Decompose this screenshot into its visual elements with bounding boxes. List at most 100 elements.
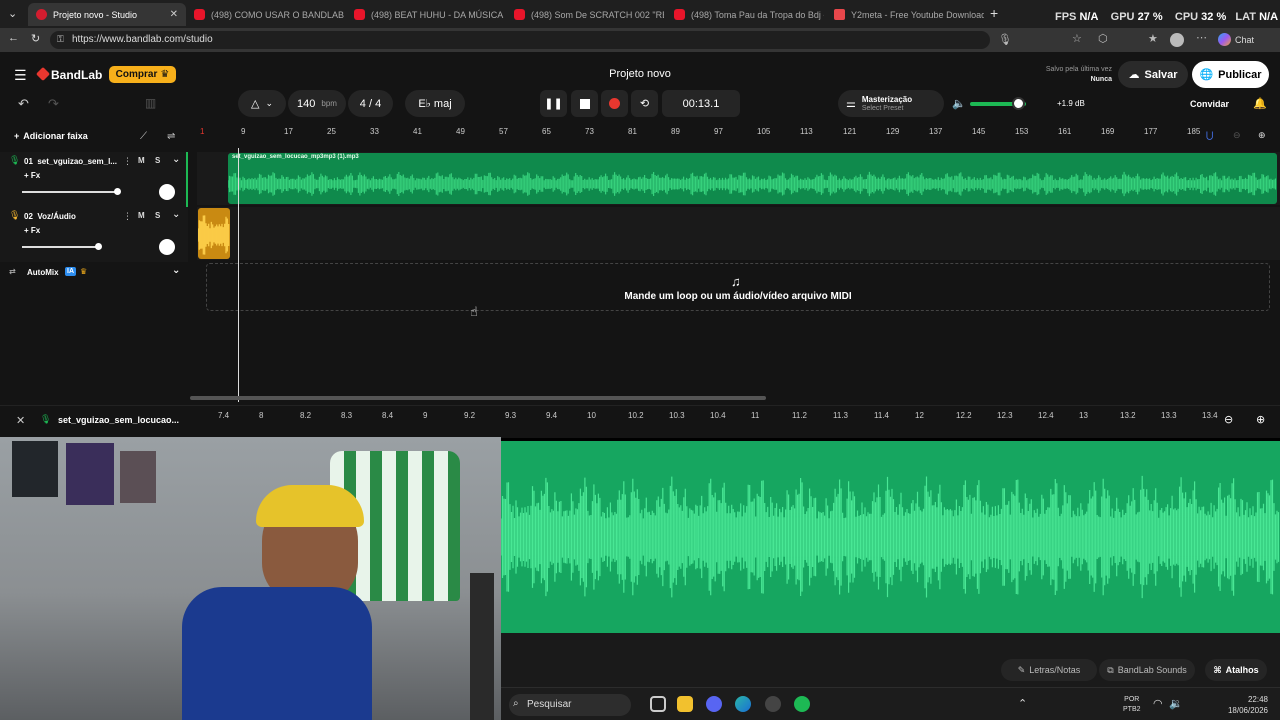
undo-icon[interactable]: ↶	[18, 96, 29, 112]
profile-avatar[interactable]	[1170, 33, 1184, 47]
track-menu-icon[interactable]: ⋮	[123, 211, 132, 222]
tab-y2meta[interactable]: Y2meta - Free Youtube Downloade ✕	[826, 3, 984, 26]
buy-button[interactable]: Comprar ♛	[109, 66, 176, 83]
editor-ruler[interactable]: 7.4 8 8.2 8.3 8.4 9 9.2 9.3 9.4 10 10.2 10.3 10.4 11 1…	[0, 406, 1218, 426]
track-menu-icon[interactable]: ⋮	[123, 156, 132, 167]
taskbar-search[interactable]: ⌕ Pesquisar	[509, 694, 631, 716]
close-tab-icon[interactable]: ✕	[170, 9, 178, 20]
drop-zone[interactable]: ♫ Mande um loop ou um áudio/vídeo arquiv…	[206, 263, 1270, 311]
bandlab-sounds-button[interactable]: ⧉ BandLab Sounds	[1099, 659, 1195, 681]
track-volume-slider[interactable]	[22, 188, 121, 195]
mastering-button[interactable]: ⚌ Masterização Select Preset	[838, 90, 944, 117]
pan-knob[interactable]	[159, 184, 175, 200]
playhead[interactable]	[238, 148, 239, 402]
file-explorer-icon[interactable]	[677, 696, 693, 712]
editor-ruler-tick-label: 11	[751, 411, 760, 420]
discord-icon[interactable]	[706, 696, 722, 712]
edge-icon[interactable]	[735, 696, 751, 712]
track-row[interactable]: 🎙 01 set_vguizao_sem_l... ⋮ M S ⌄ + Fx	[0, 152, 188, 207]
zoom-out-icon[interactable]: ⊖	[1224, 413, 1233, 426]
notification-bell-icon[interactable]: 🔔	[1253, 97, 1267, 110]
track-lane-2[interactable]	[197, 207, 1280, 260]
stop-button[interactable]	[571, 90, 598, 117]
app-icon[interactable]	[765, 696, 781, 712]
tray-chevron-up-icon[interactable]: ⌃	[1018, 697, 1027, 710]
publish-button[interactable]: 🌐 Publicar	[1192, 61, 1269, 88]
language-indicator[interactable]: POR PTB2	[1123, 695, 1141, 715]
bandlab-logo[interactable]: BandLab	[35, 66, 102, 82]
taskbar-clock[interactable]: 22:48 18/06/2026	[1228, 694, 1268, 716]
track-name[interactable]: 02 Voz/Áudio	[24, 212, 76, 221]
time-signature-value: 4 / 4	[359, 97, 382, 110]
mute-button[interactable]: M	[138, 211, 145, 220]
url-input[interactable]: ⚿ https://www.bandlab.com/studio	[50, 31, 990, 49]
audio-clip[interactable]: set_vguizao_sem_locucao_mp3mp3 (1).mp3	[228, 153, 1277, 204]
tab-youtube-2[interactable]: (498) BEAT HUHU - DA MÚSICA E ✕	[346, 3, 504, 26]
automix-row[interactable]: ⇄ AutoMix IA ♛ ⌄	[0, 265, 188, 284]
snap-magnet-icon[interactable]: ⋃	[1206, 130, 1213, 141]
volume-knob[interactable]	[114, 188, 121, 195]
redo-icon[interactable]: ↷	[48, 96, 59, 112]
volume-icon[interactable]: 🔉	[1169, 697, 1183, 710]
tab-list-chevron-icon[interactable]: ⌄	[8, 7, 17, 20]
loop-button[interactable]: ⟲	[631, 90, 658, 117]
speaker-icon[interactable]: 🔈	[952, 97, 966, 110]
tempo-control[interactable]: 140 bpm	[288, 90, 346, 117]
editor-clip[interactable]	[501, 441, 1280, 633]
shortcuts-button[interactable]: ⌘ Atalhos	[1205, 659, 1267, 681]
mic-icon[interactable]: 🎙	[998, 33, 1012, 46]
add-fx-button[interactable]: + Fx	[24, 226, 40, 235]
time-signature-control[interactable]: 4 / 4	[348, 90, 393, 117]
add-fx-button[interactable]: + Fx	[24, 171, 40, 180]
extensions-icon[interactable]: ⬡	[1098, 32, 1108, 45]
more-menu-icon[interactable]: ⋯	[1196, 31, 1207, 44]
solo-button[interactable]: S	[155, 211, 160, 220]
master-volume-knob[interactable]	[1012, 97, 1025, 110]
zoom-out-icon[interactable]: ⊖	[1233, 130, 1241, 141]
zoom-in-icon[interactable]: ⊕	[1258, 130, 1266, 141]
solo-button[interactable]: S	[155, 156, 160, 165]
new-tab-button[interactable]: +	[990, 5, 998, 21]
hamburger-menu-icon[interactable]: ☰	[14, 67, 27, 84]
mute-button[interactable]: M	[138, 156, 145, 165]
tab-bandlab-studio[interactable]: Projeto novo - Studio ✕	[28, 3, 186, 26]
record-button[interactable]	[601, 90, 628, 117]
key-control[interactable]: E♭ maj	[405, 90, 465, 117]
piano-roll-icon[interactable]: ▥	[145, 96, 156, 110]
master-volume-slider[interactable]	[970, 97, 1026, 110]
track-row[interactable]: 🎙 02 Voz/Áudio ⋮ M S ⌄ + Fx	[0, 207, 188, 262]
tab-youtube-4[interactable]: (498) Toma Pau da Tropa do Bdj - ✕	[666, 3, 824, 26]
back-arrow-icon[interactable]: ←	[8, 32, 19, 44]
chevron-down-icon[interactable]: ⌄	[172, 265, 180, 276]
volume-knob[interactable]	[95, 243, 102, 250]
favorite-star-icon[interactable]: ☆	[1072, 32, 1082, 45]
pan-knob[interactable]	[159, 239, 175, 255]
site-info-icon[interactable]: ⚿	[57, 34, 64, 45]
spotify-icon[interactable]	[794, 696, 810, 712]
wifi-icon[interactable]: ◠	[1153, 697, 1163, 710]
track-name[interactable]: 01 set_vguizao_sem_l...	[24, 157, 117, 166]
zoom-in-icon[interactable]: ⊕	[1256, 413, 1265, 426]
task-view-icon[interactable]	[650, 696, 666, 712]
track-volume-slider[interactable]	[22, 243, 102, 250]
save-button[interactable]: ☁ Salvar	[1118, 61, 1188, 88]
editor-ruler-tick-label: 11.4	[874, 411, 889, 420]
audio-clip-voice[interactable]	[198, 208, 230, 259]
metronome-button[interactable]: △ ⌄	[238, 90, 286, 117]
invite-button[interactable]: Convidar	[1190, 99, 1229, 109]
pause-button[interactable]: ❚❚	[540, 90, 567, 117]
reload-icon[interactable]: ↻	[31, 32, 40, 45]
project-title[interactable]: Projeto novo	[560, 68, 720, 80]
lyrics-notes-button[interactable]: ✎ Letras/Notas	[1001, 659, 1097, 681]
tab-youtube-1[interactable]: (498) COMO USAR O BANDLAB N ✕	[186, 3, 344, 26]
add-track-button[interactable]: + Adicionar faixa	[14, 131, 88, 141]
copilot-chat-button[interactable]: Chat	[1218, 33, 1254, 46]
timeline-ruler[interactable]: 1 9 17 25 33 41 49 57 65 73 81 89 97 105 113 121 129 137 1…	[197, 126, 1280, 140]
horizontal-scrollbar[interactable]	[190, 396, 766, 400]
tuning-fork-icon[interactable]: ⟋	[140, 131, 147, 142]
track-settings-icon[interactable]: ⇌	[167, 131, 175, 142]
favorites-icon[interactable]: ★	[1148, 32, 1158, 45]
tab-youtube-3[interactable]: (498) Som De SCRATCH 002 "REV ✕	[506, 3, 664, 26]
chevron-down-icon[interactable]: ⌄	[172, 154, 180, 165]
chevron-down-icon[interactable]: ⌄	[172, 209, 180, 220]
